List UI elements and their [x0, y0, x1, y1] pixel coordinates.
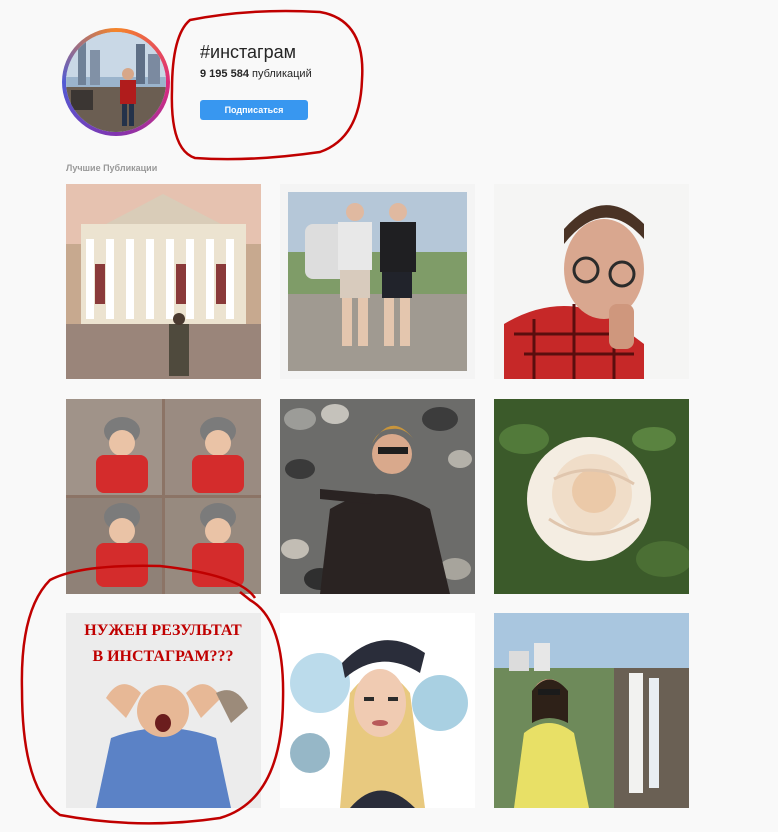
post-waterfall-woman[interactable]	[494, 613, 689, 808]
posts-count: 9 195 584 публикаций	[200, 68, 312, 80]
posts-count-word: публикаций	[252, 68, 312, 80]
post-man-glasses[interactable]	[494, 184, 689, 379]
post-girl-art[interactable]	[280, 613, 475, 808]
avatar-image	[66, 32, 166, 132]
ad-text-line2: В ИНСТАГРАМ???	[92, 648, 233, 665]
post-baby-collage[interactable]	[66, 399, 261, 594]
top-posts-label: Лучшие Публикации	[66, 163, 158, 173]
post-two-men[interactable]	[280, 184, 475, 379]
ad-text-line1: НУЖЕН РЕЗУЛЬТАТ	[84, 622, 242, 639]
post-man-stones[interactable]	[280, 399, 475, 594]
hashtag-avatar	[62, 28, 170, 136]
post-rose[interactable]	[494, 399, 689, 594]
post-result-ad[interactable]: НУЖЕН РЕЗУЛЬТАТ В ИНСТАГРАМ???	[66, 613, 261, 808]
hashtag-title: #инстаграм	[200, 42, 297, 62]
follow-button[interactable]: Подписаться	[200, 100, 308, 120]
posts-count-number: 9 195 584	[200, 68, 249, 80]
annotation-header-circle	[170, 9, 364, 161]
post-theater[interactable]	[66, 184, 261, 379]
